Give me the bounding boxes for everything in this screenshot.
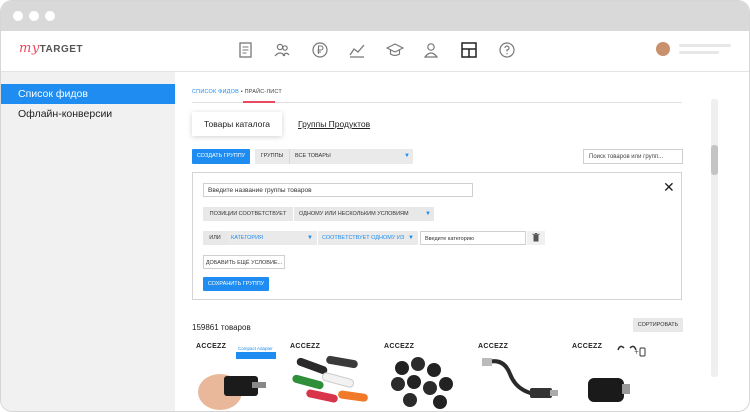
breadcrumb: СПИСОК ФИДОВ • ПРАЙС-ЛИСТ [192,89,282,95]
product-badge: Compact Adapter [238,346,273,351]
search-input[interactable]: Поиск товаров или групп... [583,149,683,164]
window-dot-maximize[interactable] [45,11,55,21]
groups-label: ГРУППЫ [255,149,289,164]
ruble-icon[interactable] [310,40,330,60]
chevron-down-icon: ▼ [404,153,410,159]
match-label: ПОЗИЦИИ СООТВЕТСТВУЕТ [203,207,293,221]
svg-text:+: + [634,349,639,356]
breadcrumb-separator: • [240,89,243,95]
sidebar-item-offline-conversions[interactable]: Офлайн-конверсии [1,104,175,124]
product-card[interactable]: + ACCEZZ [568,340,652,411]
create-group-button[interactable]: СОЗДАТЬ ГРУППУ [192,149,250,164]
mytarget-logo[interactable]: myTARGET [19,41,83,56]
sort-button[interactable]: СОРТИРОВАТЬ [633,318,683,332]
brand-label: ACCEZZ [478,343,509,350]
close-icon[interactable]: ✕ [663,180,675,194]
top-navigation: myTARGET [1,31,749,72]
chevron-down-icon: ▼ [307,235,313,241]
chevron-down-icon[interactable]: ▼ [422,207,434,221]
help-icon[interactable] [497,40,517,60]
brand-label: ACCEZZ [384,343,415,350]
brand-label: ACCEZZ [290,343,321,350]
rule-logic-label: ИЛИ [203,231,227,245]
match-select[interactable]: ОДНОМУ ИЛИ НЕСКОЛЬКИМ УСЛОВИЯМ [294,207,422,221]
groups-select[interactable]: ВСЕ ТОВАРЫ ▼ [289,149,413,164]
document-icon[interactable] [236,40,256,60]
chevron-down-icon: ▼ [408,235,414,241]
window-titlebar [1,1,749,31]
product-card[interactable]: ACCEZZ [474,340,562,411]
layout-icon[interactable] [459,40,479,60]
people-icon[interactable] [272,40,292,60]
browser-window: myTARGET Список фидов Офлайн-конверсии С… [0,0,750,412]
user-email-placeholder [679,51,719,54]
rule-field-value: КАТЕГОРИЯ [231,235,264,241]
add-condition-button[interactable]: ДОБАВИТЬ ЕЩЁ УСЛОВИЕ... [203,255,285,269]
match-select-value: ОДНОМУ ИЛИ НЕСКОЛЬКИМ УСЛОВИЯМ [299,211,409,217]
breadcrumb-link-feeds[interactable]: СПИСОК ФИДОВ [192,89,239,95]
cable-clips-colored-image [286,340,374,411]
rule-operator-select[interactable]: СООТВЕТСТВУЕТ ОДНОМУ ИЗ ▼ [318,231,418,245]
window-dot-minimize[interactable] [29,11,39,21]
product-count: 159861 товаров [192,323,251,332]
group-name-input[interactable]: Введите название группы товаров [203,183,473,197]
rule-value-input[interactable]: Введите категорию [420,231,526,245]
group-editor-panel: Введите название группы товаров ✕ ПОЗИЦИ… [192,172,682,300]
window-dot-close[interactable] [13,11,23,21]
graduation-cap-icon[interactable] [385,40,405,60]
sidebar-item-feed-list[interactable]: Список фидов [1,84,175,104]
breadcrumb-active-indicator [243,101,275,103]
breadcrumb-current: ПРАЙС-ЛИСТ [244,89,282,95]
avatar[interactable] [656,42,670,56]
save-group-button[interactable]: СОХРАНИТЬ ГРУППУ [203,277,269,291]
brand-label: ACCEZZ [196,343,227,350]
groups-select-value: ВСЕ ТОВАРЫ [295,153,331,159]
product-card[interactable]: ACCEZZ Compact Adapter [192,340,280,411]
tab-catalog-products[interactable]: Товары каталога [192,112,282,136]
usb-cable-adapter-image [474,340,562,411]
product-card[interactable]: ACCEZZ [380,340,468,411]
black-dongle-image: + [568,340,652,411]
brand-label: ACCEZZ [572,343,603,350]
scrollbar[interactable] [711,99,718,377]
user-icon[interactable] [421,40,441,60]
scrollbar-thumb[interactable] [711,145,718,175]
chart-line-icon[interactable] [347,40,367,60]
trash-icon[interactable] [527,231,545,245]
rule-operator-value: СООТВЕТСТВУЕТ ОДНОМУ ИЗ [322,235,405,241]
main-content: СПИСОК ФИДОВ • ПРАЙС-ЛИСТ Товары каталог… [175,72,705,411]
cable-clips-black-image [380,340,468,411]
user-name-placeholder [679,44,731,47]
product-card[interactable]: ACCEZZ [286,340,374,411]
sidebar: Список фидов Офлайн-конверсии [1,72,175,411]
rule-field-select[interactable]: КАТЕГОРИЯ ▼ [227,231,317,245]
tab-product-groups[interactable]: Группы Продуктов [286,112,382,136]
